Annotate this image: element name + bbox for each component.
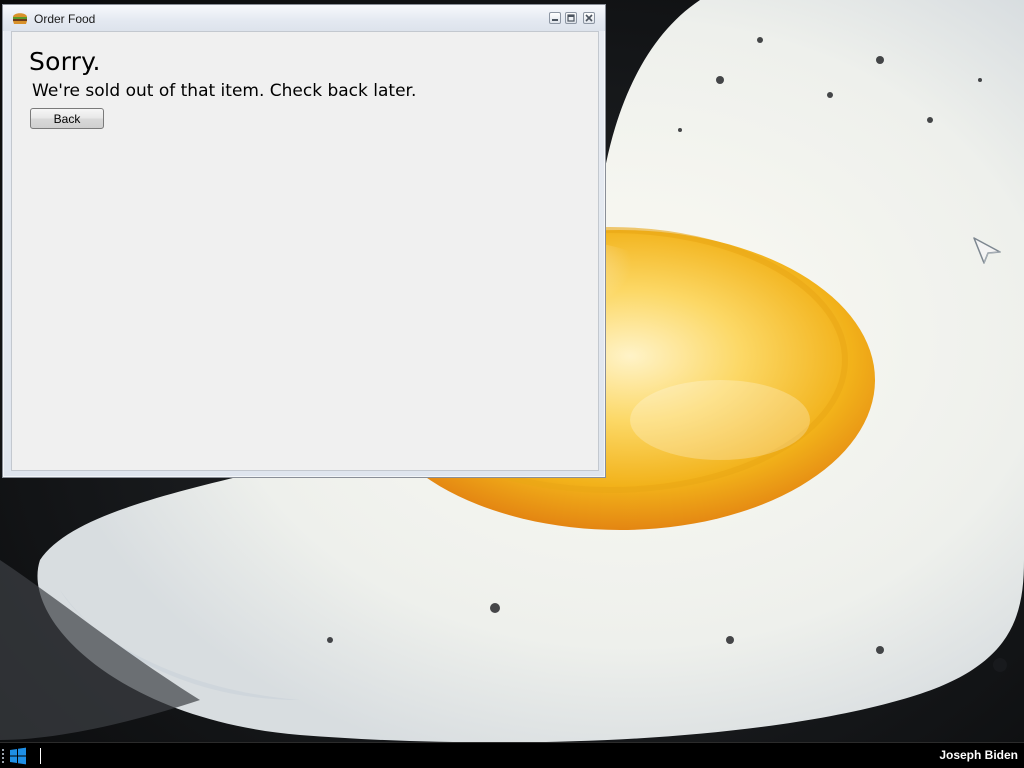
minimize-button[interactable] xyxy=(549,12,561,24)
order-food-window: Order Food Sorry. We're sold out of that… xyxy=(2,4,606,478)
minimize-icon xyxy=(552,19,558,21)
user-name[interactable]: Joseph Biden xyxy=(939,748,1018,762)
back-button[interactable]: Back xyxy=(30,108,104,129)
sold-out-message: We're sold out of that item. Check back … xyxy=(32,81,417,101)
close-icon xyxy=(585,14,593,22)
window-client-area: Sorry. We're sold out of that item. Chec… xyxy=(11,31,599,471)
sorry-heading: Sorry. xyxy=(29,47,101,76)
burger-icon xyxy=(13,13,27,24)
window-title: Order Food xyxy=(34,12,96,26)
title-bar[interactable]: Order Food xyxy=(3,5,605,31)
taskbar-separator xyxy=(40,748,41,764)
windows-logo-icon[interactable] xyxy=(9,747,27,765)
maximize-icon xyxy=(567,14,575,22)
close-button[interactable] xyxy=(583,12,595,24)
taskbar: Joseph Biden xyxy=(0,742,1024,768)
taskbar-grip-icon xyxy=(2,749,4,763)
mouse-cursor-icon xyxy=(973,237,1001,264)
maximize-button[interactable] xyxy=(565,12,577,24)
desktop: Order Food Sorry. We're sold out of that… xyxy=(0,0,1024,768)
